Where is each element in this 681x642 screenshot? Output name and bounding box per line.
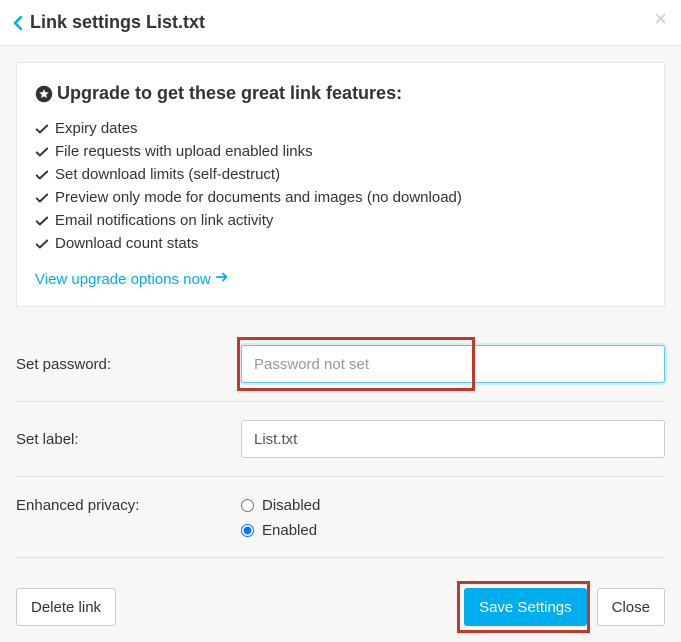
- privacy-option-enabled[interactable]: Enabled: [241, 522, 665, 539]
- radio-enabled[interactable]: [241, 524, 254, 537]
- upgrade-link-text: View upgrade options now: [35, 271, 211, 288]
- radio-label: Enabled: [262, 522, 317, 539]
- label-row: Set label:: [16, 402, 665, 477]
- modal-body: Upgrade to get these great link features…: [0, 46, 681, 642]
- upgrade-heading: Upgrade to get these great link features…: [35, 83, 646, 104]
- feature-text: Download count stats: [55, 235, 198, 252]
- label-input[interactable]: [241, 420, 665, 458]
- password-row: Set password:: [16, 327, 665, 402]
- star-icon: [35, 85, 53, 103]
- feature-text: Preview only mode for documents and imag…: [55, 189, 462, 206]
- radio-label: Disabled: [262, 497, 320, 514]
- privacy-row: Enhanced privacy: Disabled Enabled: [16, 477, 665, 558]
- feature-text: Set download limits (self-destruct): [55, 166, 280, 183]
- delete-link-button[interactable]: Delete link: [16, 588, 116, 626]
- modal-header: Link settings List.txt ×: [0, 0, 681, 46]
- feature-list: Expiry dates File requests with upload e…: [35, 120, 646, 252]
- radio-disabled[interactable]: [241, 499, 254, 512]
- modal-title: Link settings List.txt: [30, 12, 205, 33]
- check-icon: [35, 237, 49, 251]
- privacy-label: Enhanced privacy:: [16, 495, 241, 514]
- check-icon: [35, 145, 49, 159]
- arrow-right-icon: [215, 270, 229, 288]
- feature-text: Email notifications on link activity: [55, 212, 273, 229]
- feature-item: Email notifications on link activity: [35, 212, 646, 229]
- label-label: Set label:: [16, 431, 241, 448]
- feature-item: Download count stats: [35, 235, 646, 252]
- feature-item: Expiry dates: [35, 120, 646, 137]
- check-icon: [35, 191, 49, 205]
- footer-row: Delete link Save Settings Close: [16, 558, 665, 626]
- back-icon[interactable]: [12, 15, 24, 31]
- feature-item: Set download limits (self-destruct): [35, 166, 646, 183]
- save-settings-button[interactable]: Save Settings: [464, 588, 587, 626]
- feature-text: File requests with upload enabled links: [55, 143, 313, 160]
- privacy-option-disabled[interactable]: Disabled: [241, 497, 665, 514]
- password-label: Set password:: [16, 356, 241, 373]
- check-icon: [35, 168, 49, 182]
- feature-text: Expiry dates: [55, 120, 138, 137]
- password-input[interactable]: [241, 345, 665, 383]
- check-icon: [35, 214, 49, 228]
- privacy-radio-group: Disabled Enabled: [241, 495, 665, 539]
- check-icon: [35, 122, 49, 136]
- feature-item: File requests with upload enabled links: [35, 143, 646, 160]
- close-button[interactable]: Close: [597, 588, 665, 626]
- upgrade-link[interactable]: View upgrade options now: [35, 270, 229, 288]
- feature-item: Preview only mode for documents and imag…: [35, 189, 646, 206]
- upgrade-heading-text: Upgrade to get these great link features…: [57, 83, 402, 104]
- close-icon[interactable]: ×: [654, 8, 667, 30]
- upgrade-panel: Upgrade to get these great link features…: [16, 62, 665, 307]
